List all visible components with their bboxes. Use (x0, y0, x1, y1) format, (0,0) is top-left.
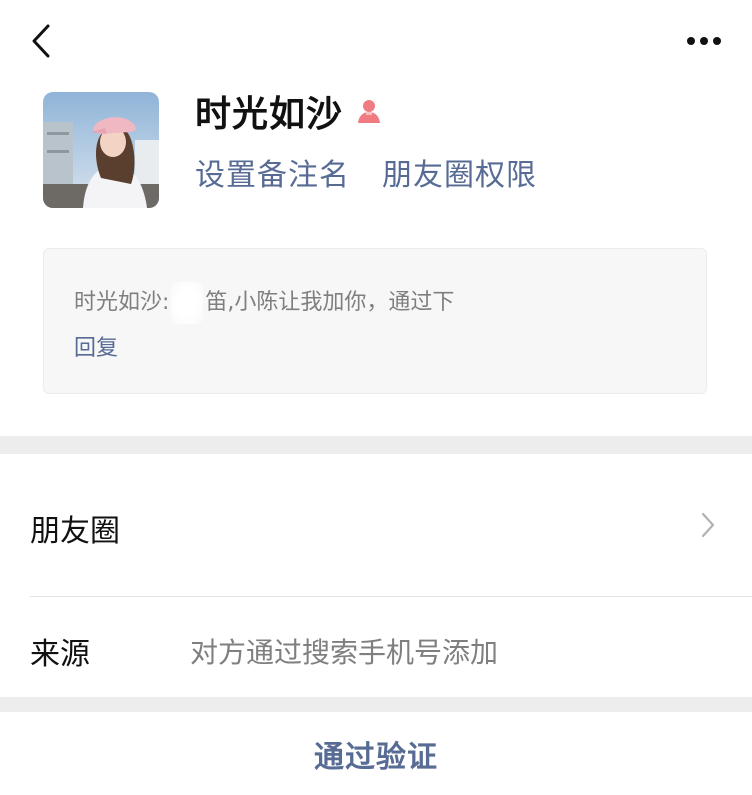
source-row: 来源 对方通过搜索手机号添加 (0, 597, 752, 697)
blurred-text-mask (171, 282, 204, 324)
top-bar (0, 0, 752, 80)
section-gap (0, 436, 752, 454)
profile-actions: 设置备注名 朋友圈权限 (195, 150, 537, 194)
chevron-right-icon (698, 510, 718, 540)
moments-permission-link[interactable]: 朋友圈权限 (382, 150, 537, 194)
female-person-icon (357, 98, 381, 124)
more-horizontal-icon (687, 37, 721, 45)
verification-message-box: 时光如沙: 笛,小陈让我加你，通过下 回复 (43, 248, 707, 394)
more-button[interactable] (684, 26, 724, 56)
verification-message: 时光如沙: 笛,小陈让我加你，通过下 (74, 277, 676, 329)
reply-link[interactable]: 回复 (74, 329, 676, 369)
profile-section: 时光如沙 设置备注名 朋友圈权限 (0, 80, 752, 230)
section-gap-bottom (0, 697, 752, 712)
nickname-row: 时光如沙 (195, 86, 381, 136)
message-body: 笛,小陈让我加你，通过下 (205, 290, 455, 315)
accept-verification-button[interactable]: 通过验证 (0, 712, 752, 795)
source-row-value: 对方通过搜索手机号添加 (190, 636, 499, 669)
source-row-label: 来源 (30, 637, 90, 672)
avatar-photo (43, 92, 159, 208)
chevron-left-icon (32, 24, 50, 58)
avatar[interactable] (43, 92, 159, 208)
moments-row[interactable]: 朋友圈 (0, 454, 752, 596)
message-sender: 时光如沙: (74, 290, 170, 315)
nickname: 时光如沙 (195, 94, 344, 135)
set-remark-link[interactable]: 设置备注名 (195, 150, 350, 194)
back-button[interactable] (24, 22, 58, 60)
accept-verification-label: 通过验证 (314, 739, 438, 775)
moments-row-label: 朋友圈 (30, 514, 120, 549)
